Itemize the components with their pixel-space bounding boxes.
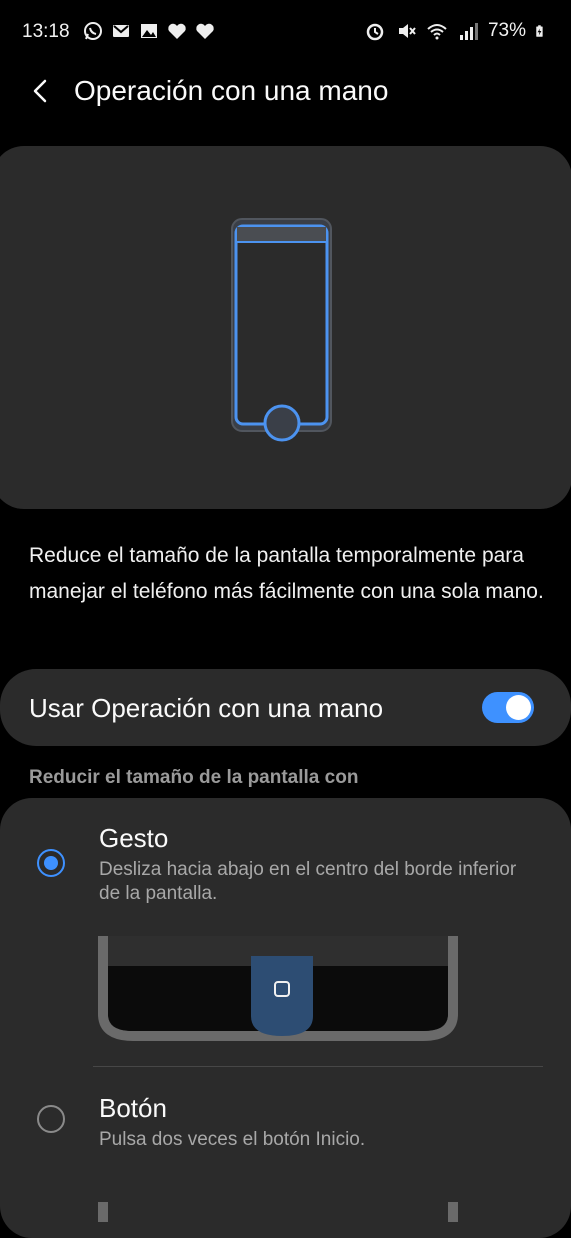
phone-illustration (231, 218, 332, 442)
button-subtitle: Pulsa dos veces el botón Inicio. (99, 1129, 366, 1150)
alarm-icon (366, 23, 384, 41)
option-button[interactable]: Botón Pulsa dos veces el botón Inicio. (0, 1067, 571, 1238)
mute-icon (398, 24, 416, 38)
system-status-icons: 73% (364, 20, 549, 42)
gesture-title: Gesto (99, 823, 169, 853)
heart-icon (168, 23, 186, 39)
app-bar: Operación con una mano (0, 64, 571, 120)
back-arrow-icon[interactable] (24, 74, 58, 108)
gesture-radio[interactable] (37, 849, 65, 877)
status-bar: 13:18 73% (0, 0, 571, 64)
section-header: Reducir el tamaño de la pantalla con (29, 767, 359, 788)
button-illustration (98, 1202, 458, 1222)
notification-icons (82, 20, 216, 42)
gmail-icon (113, 25, 129, 37)
toggle-label: Usar Operación con una mano (29, 693, 384, 723)
button-radio[interactable] (37, 1105, 65, 1133)
signal-icon (459, 23, 478, 40)
battery-charging-icon (536, 25, 543, 37)
gallery-icon (141, 24, 157, 38)
gesture-illustration (98, 936, 458, 1041)
status-time: 13:18 (22, 21, 70, 42)
switch-knob (506, 695, 531, 720)
option-gesture[interactable]: Gesto Desliza hacia abajo en el centro d… (0, 798, 571, 1066)
battery-percent: 73% (487, 20, 526, 41)
whatsapp-icon (84, 22, 102, 40)
gesture-subtitle: Desliza hacia abajo en el centro del bor… (99, 859, 517, 904)
description-text: Reduce el tamaño de la pantalla temporal… (29, 544, 544, 603)
heart-icon (196, 23, 214, 39)
illustration-card (0, 146, 571, 509)
button-title: Botón (99, 1093, 167, 1123)
page-title: Operación con una mano (74, 75, 389, 106)
wifi-icon (427, 24, 447, 40)
one-hand-mode-switch[interactable] (482, 692, 534, 723)
one-hand-mode-toggle-row[interactable]: Usar Operación con una mano (0, 669, 571, 746)
options-card: Gesto Desliza hacia abajo en el centro d… (0, 798, 571, 1238)
